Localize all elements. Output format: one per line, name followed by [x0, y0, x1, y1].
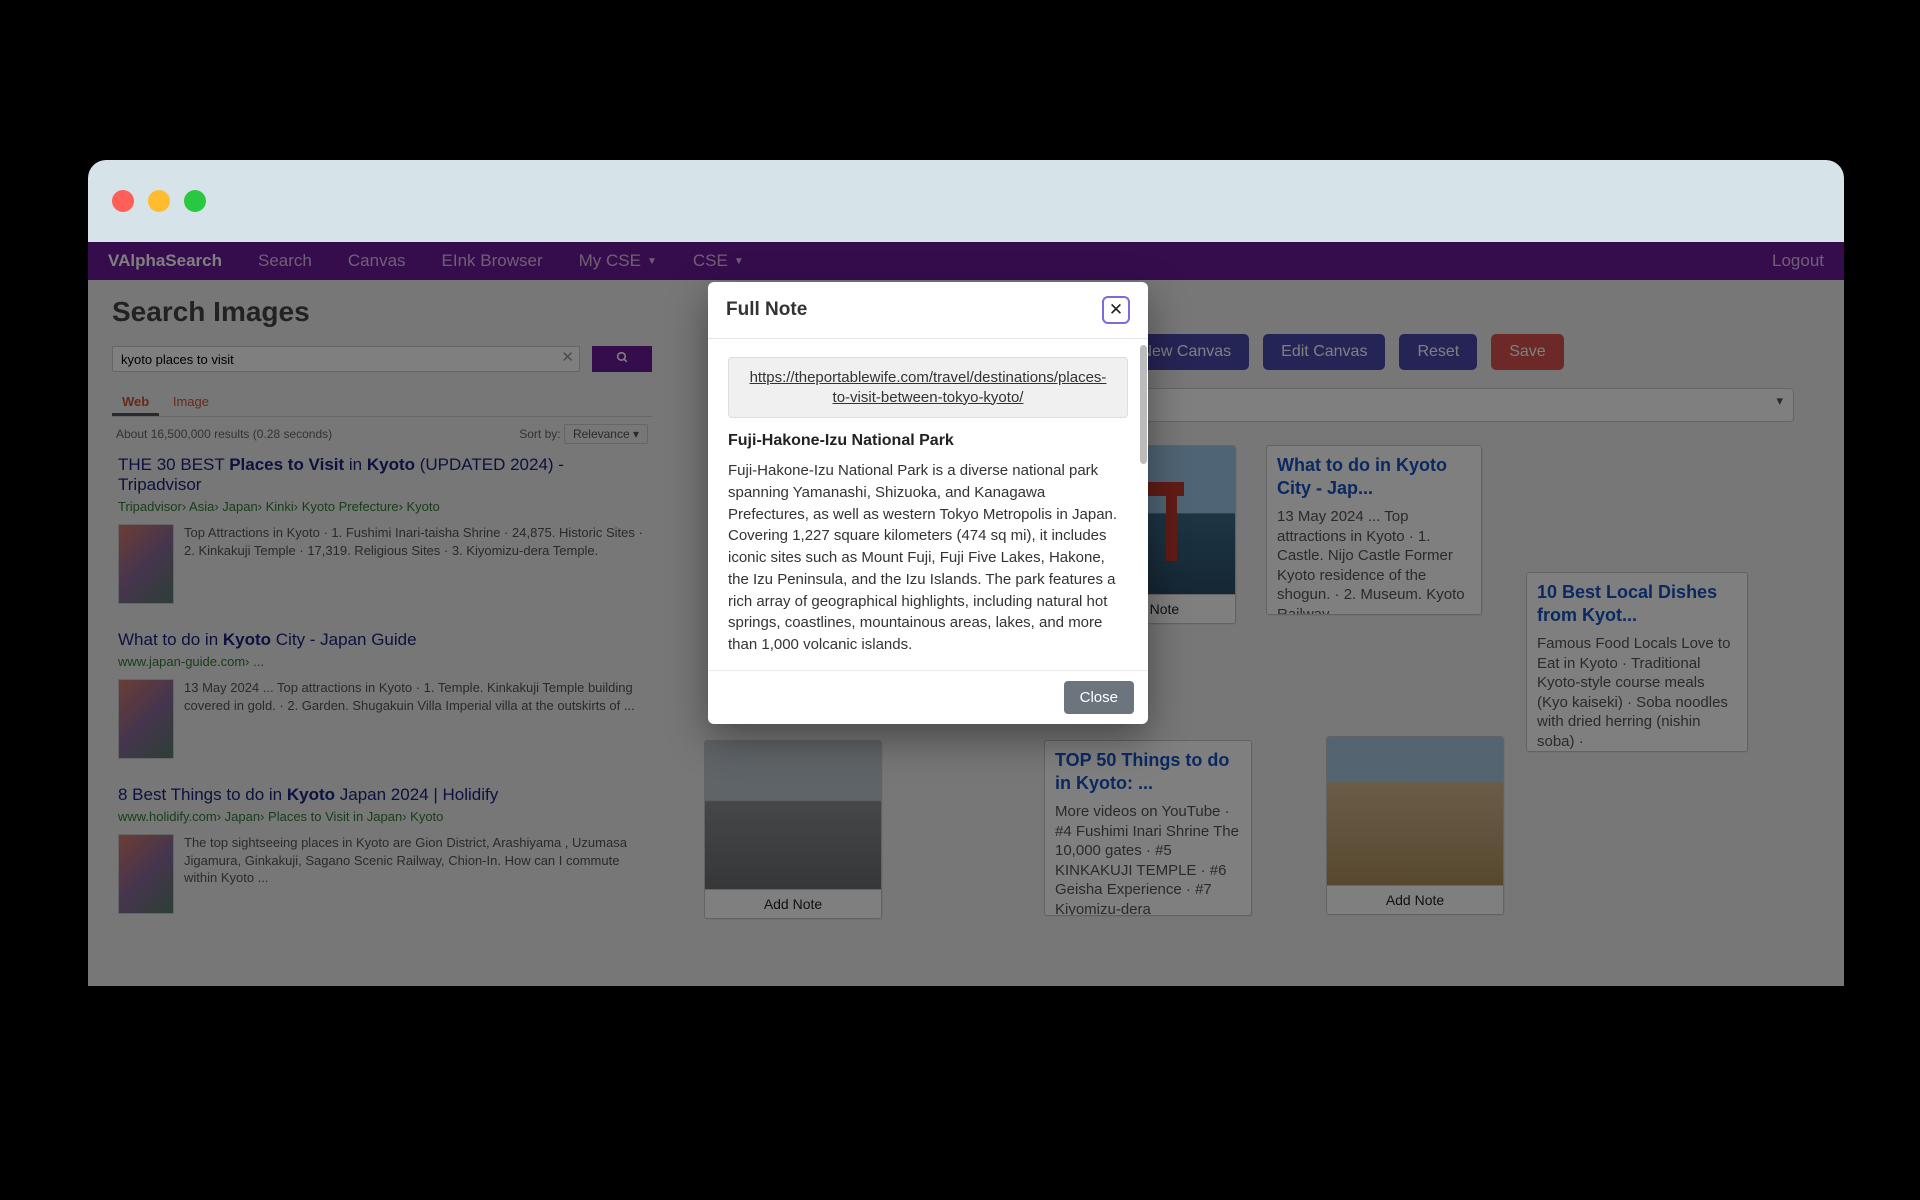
full-note-modal: Full Note ✕ https://theportablewife.com/… — [708, 282, 1148, 724]
note-url-box: https://theportablewife.com/travel/desti… — [728, 357, 1128, 418]
modal-title: Full Note — [726, 299, 807, 321]
modal-body: https://theportablewife.com/travel/desti… — [708, 339, 1148, 670]
window-min-dot[interactable] — [148, 190, 170, 212]
window-titlebar — [88, 160, 1844, 242]
modal-close-button[interactable]: Close — [1064, 681, 1134, 714]
window-controls — [112, 190, 206, 212]
window-close-dot[interactable] — [112, 190, 134, 212]
note-paragraph: Fuji-Hakone-Izu National Park is a diver… — [728, 460, 1128, 656]
modal-close-icon[interactable]: ✕ — [1102, 296, 1130, 324]
app-content: VAlphaSearch Search Canvas EInk Browser … — [88, 242, 1844, 986]
browser-window: VAlphaSearch Search Canvas EInk Browser … — [88, 160, 1844, 986]
modal-scrollbar[interactable] — [1138, 339, 1148, 670]
window-max-dot[interactable] — [184, 190, 206, 212]
note-heading: Fuji-Hakone-Izu National Park — [728, 432, 1128, 450]
note-url-link[interactable]: https://theportablewife.com/travel/desti… — [750, 369, 1107, 406]
